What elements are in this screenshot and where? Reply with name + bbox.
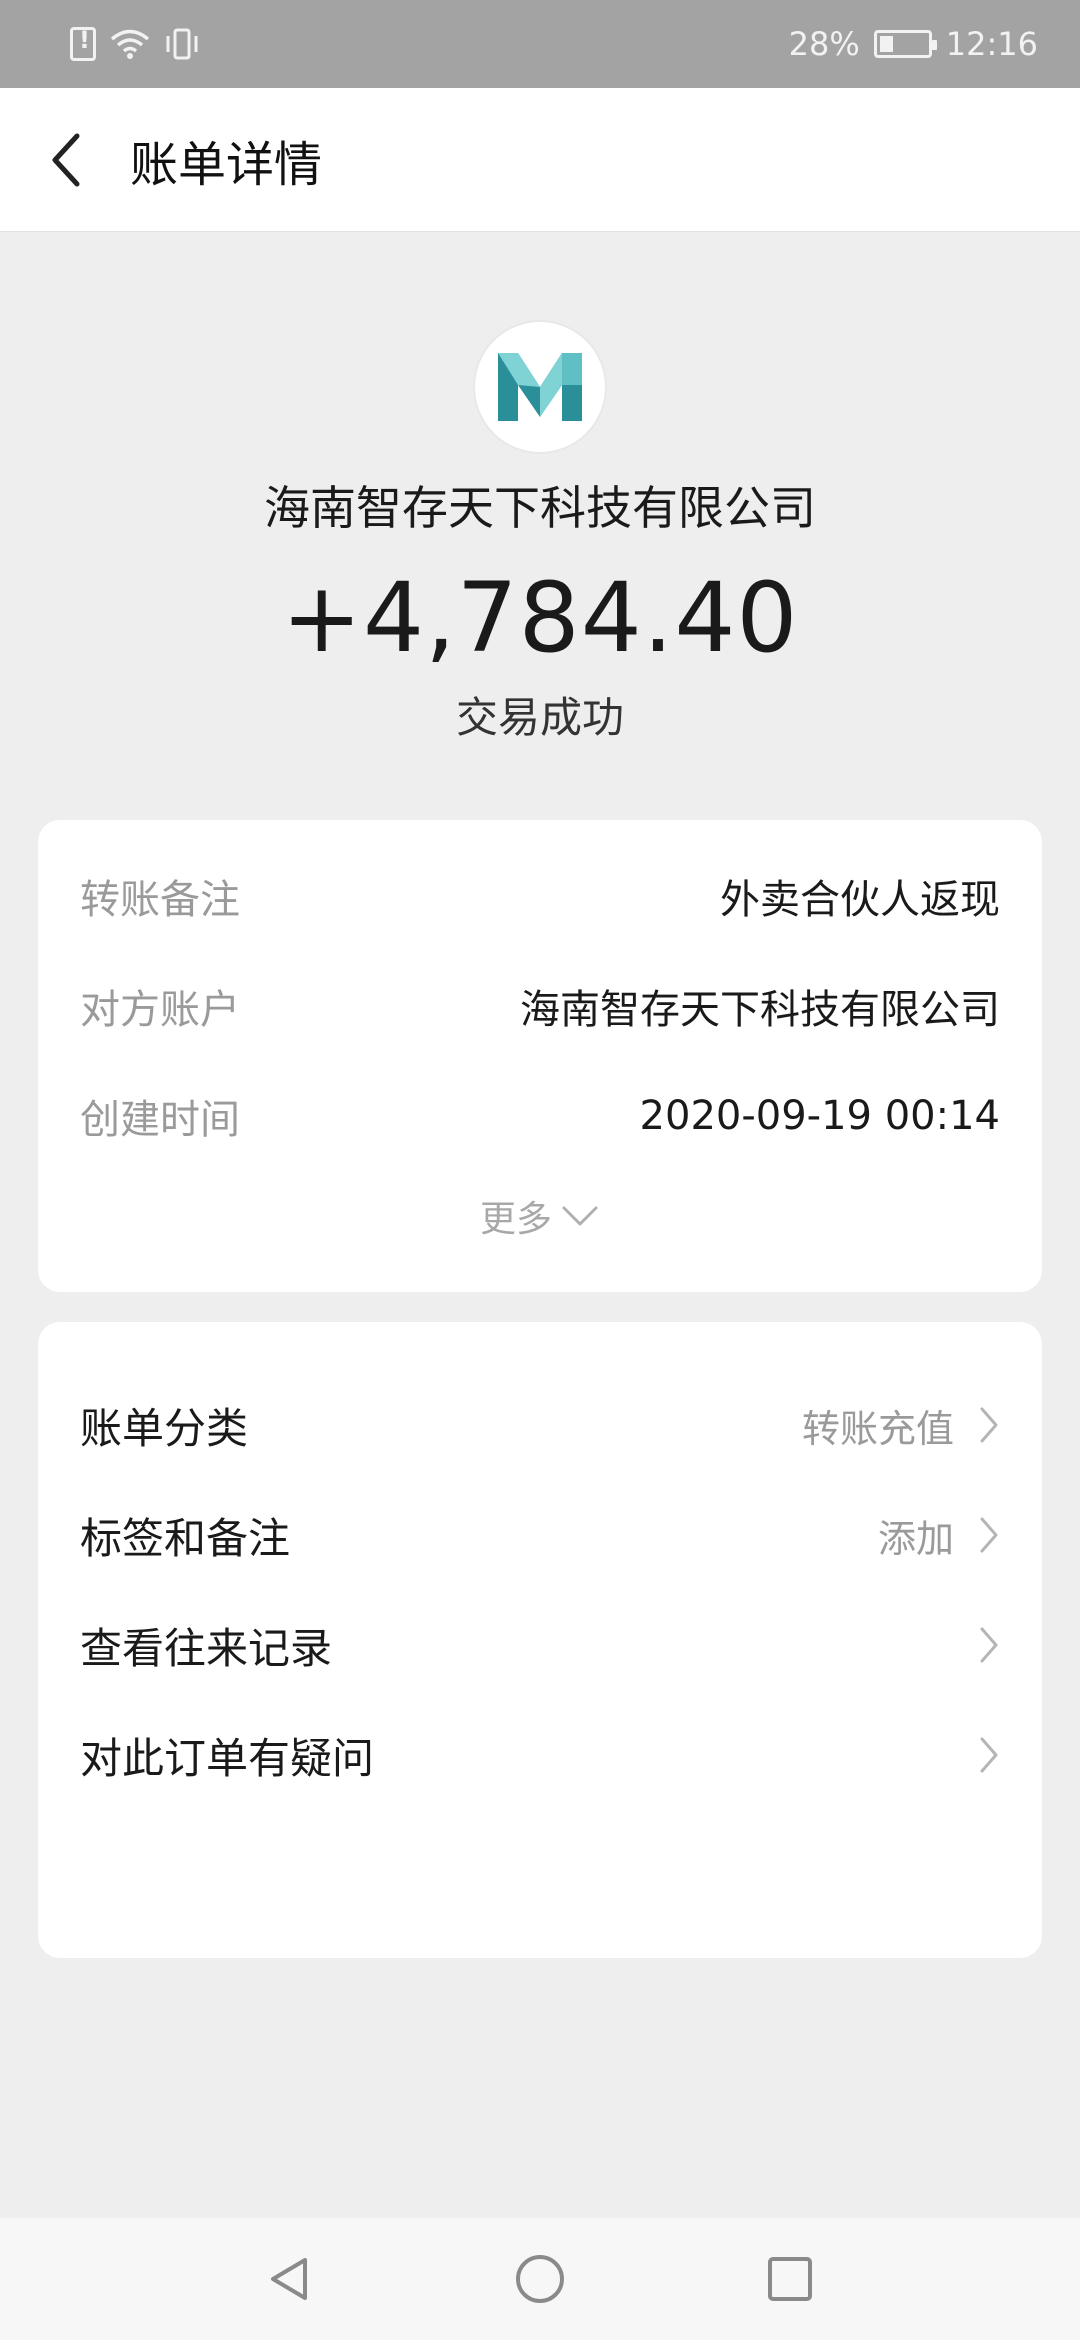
nav-home-icon xyxy=(516,2255,564,2303)
nav-back-icon xyxy=(271,2258,307,2300)
chevron-right-icon xyxy=(980,1517,998,1553)
transaction-amount: +4,784.40 xyxy=(281,562,799,674)
nav-home-button[interactable] xyxy=(510,2249,570,2309)
status-icons-right: 28% 12:16 xyxy=(789,25,1038,63)
header-bar: 账单详情 xyxy=(0,88,1080,232)
detail-value: 海南智存天下科技有限公司 xyxy=(520,987,1000,1033)
action-right xyxy=(978,1625,1000,1665)
detail-row-created-time: 创建时间 2020-09-19 00:14 xyxy=(80,1086,1000,1146)
view-history-row[interactable]: 查看往来记录 xyxy=(80,1590,1000,1700)
vibrate-icon xyxy=(164,27,200,61)
action-right: 转账充值 xyxy=(802,1398,1000,1453)
chevron-left-icon xyxy=(52,133,80,186)
detail-label: 创建时间 xyxy=(80,1097,240,1143)
transaction-summary: 海南智存天下科技有限公司 +4,784.40 交易成功 xyxy=(0,232,1080,812)
action-right xyxy=(978,1735,1000,1775)
battery-icon xyxy=(873,30,937,58)
clock: 12:16 xyxy=(945,25,1038,63)
status-icons-left xyxy=(70,26,200,61)
system-nav-bar xyxy=(0,2218,1080,2340)
tags-notes-row[interactable]: 标签和备注 添加 xyxy=(80,1480,1000,1590)
nav-back-button[interactable] xyxy=(260,2249,320,2309)
more-button[interactable]: 更多 xyxy=(38,1190,1042,1242)
page-title: 账单详情 xyxy=(130,136,323,193)
chevron-down-icon xyxy=(562,1206,598,1226)
chevron-right-icon xyxy=(980,1627,998,1663)
action-right: 添加 xyxy=(878,1508,1000,1563)
battery-fill xyxy=(879,36,893,52)
transaction-status: 交易成功 xyxy=(455,693,624,742)
detail-card: 转账备注 外卖合伙人返现 对方账户 海南智存天下科技有限公司 创建时间 2020… xyxy=(38,820,1042,1292)
more-label: 更多 xyxy=(479,1199,552,1240)
action-label: 查看往来记录 xyxy=(80,1623,333,1673)
action-card: 账单分类 转账充值 标签和备注 添加 查看往来记录 对此订单有疑问 xyxy=(38,1322,1042,1958)
nav-recents-button[interactable] xyxy=(760,2249,820,2309)
wifi-icon xyxy=(110,28,150,60)
action-label: 对此订单有疑问 xyxy=(80,1733,375,1783)
status-bar: 28% 12:16 xyxy=(0,0,1080,88)
action-value: 添加 xyxy=(877,1516,954,1561)
nav-recents-icon xyxy=(768,2257,812,2301)
battery-percent: 28% xyxy=(788,25,860,63)
action-value: 转账充值 xyxy=(801,1406,954,1451)
order-question-row[interactable]: 对此订单有疑问 xyxy=(80,1700,1000,1810)
detail-row-account: 对方账户 海南智存天下科技有限公司 xyxy=(80,976,1000,1036)
detail-label: 转账备注 xyxy=(80,877,240,923)
bill-category-row[interactable]: 账单分类 转账充值 xyxy=(80,1370,1000,1480)
detail-value: 外卖合伙人返现 xyxy=(720,877,1000,923)
action-label: 账单分类 xyxy=(80,1403,249,1453)
sim-alert-icon xyxy=(70,26,96,61)
back-button[interactable] xyxy=(0,88,130,232)
merchant-name: 海南智存天下科技有限公司 xyxy=(264,481,816,535)
detail-value: 2020-09-19 00:14 xyxy=(639,1093,1000,1139)
m-logo-icon xyxy=(498,353,582,421)
chevron-right-icon xyxy=(980,1737,998,1773)
detail-label: 对方账户 xyxy=(80,987,240,1033)
action-label: 标签和备注 xyxy=(80,1513,291,1563)
chevron-right-icon xyxy=(980,1407,998,1443)
merchant-logo xyxy=(473,320,607,454)
detail-row-remark: 转账备注 外卖合伙人返现 xyxy=(80,866,1000,926)
